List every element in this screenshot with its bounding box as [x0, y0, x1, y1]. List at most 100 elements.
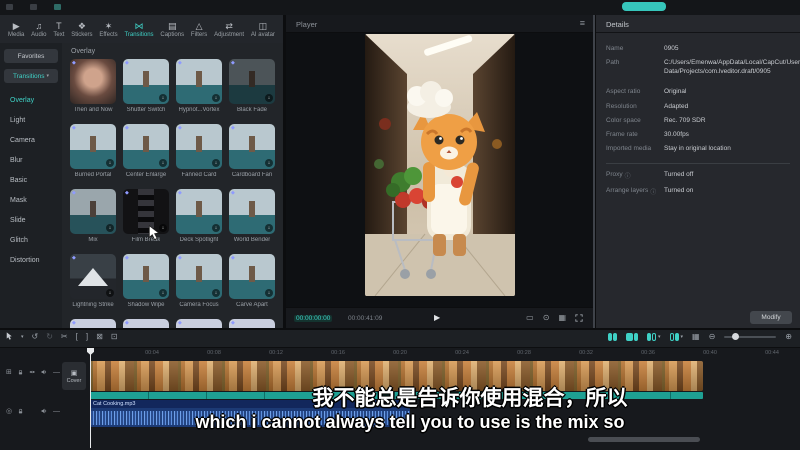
menu-icon[interactable] [30, 4, 37, 10]
hide-track-icon[interactable] [29, 369, 35, 375]
transition-card[interactable]: ◆↓ Fanned Card [176, 124, 222, 189]
transition-card[interactable]: ◆↓ Center Enlarge [123, 124, 169, 189]
toolbar-item-media[interactable]: ▶ Media [8, 21, 24, 38]
transition-card[interactable]: ◆↓ Shutter Switch [123, 59, 169, 124]
toolbar-item-stickers[interactable]: ❖ Stickers [71, 21, 92, 38]
transition-card[interactable]: ◆↓ Cardboard Fan [229, 124, 275, 189]
mute-track-icon[interactable] [41, 407, 47, 415]
zoom-out-icon[interactable]: ⊖ [709, 332, 716, 341]
info-icon[interactable]: ⓘ [625, 171, 631, 180]
transition-thumbnail[interactable]: ◆↓ [229, 189, 275, 234]
transition-thumbnail[interactable]: ◆↓ [70, 189, 116, 234]
toolbar-item-captions[interactable]: ▤ Captions [160, 21, 184, 38]
transition-card[interactable]: ◆↓ Film Break [123, 189, 169, 254]
audio-track-icon[interactable]: ◎ [6, 407, 12, 415]
transition-card[interactable]: ◆↓ Black Fade [229, 59, 275, 124]
download-icon[interactable]: ↓ [159, 159, 167, 167]
download-icon[interactable]: ↓ [265, 224, 273, 232]
panel-divider[interactable] [593, 15, 595, 328]
toolbar-item-filters[interactable]: △ Filters [191, 21, 207, 38]
collapse-track-icon[interactable]: — [53, 408, 60, 415]
category-slide[interactable]: Slide [0, 211, 62, 231]
delete-icon[interactable]: ⊠ [96, 332, 103, 341]
transition-thumbnail[interactable]: ◆↓ [70, 124, 116, 169]
transition-thumbnail[interactable]: ◆ [123, 319, 169, 328]
transition-thumbnail[interactable]: ◆ [176, 319, 222, 328]
download-icon[interactable]: ↓ [265, 289, 273, 297]
transition-card[interactable]: ◆↓ World Bender [229, 189, 275, 254]
download-icon[interactable]: ↓ [159, 94, 167, 102]
transition-card[interactable]: ◆↓ Carve Apart [229, 254, 275, 319]
toolbar-item-effects[interactable]: ✶ Effects [99, 21, 117, 38]
lock-icon[interactable] [18, 369, 23, 376]
toolbar-item-adjustment[interactable]: ⇄ Adjustment [214, 21, 244, 38]
toolbar-item-text[interactable]: T Text [53, 21, 64, 38]
caption-track-clip[interactable] [90, 392, 703, 399]
delete-left-icon[interactable]: [ [76, 332, 78, 341]
export-button[interactable] [622, 2, 666, 11]
preview-axis-icon[interactable]: ▾ [670, 333, 684, 341]
download-icon[interactable]: ↓ [212, 94, 220, 102]
category-distortion[interactable]: Distortion [0, 251, 62, 271]
transition-card[interactable]: ◆↓ Camera Focus [176, 254, 222, 319]
transition-card[interactable]: ◆↓ Hypnot...Vortex [176, 59, 222, 124]
download-icon[interactable]: ↓ [106, 224, 114, 232]
delete-right-icon[interactable]: ] [86, 332, 88, 341]
download-icon[interactable]: ↓ [265, 94, 273, 102]
mute-track-icon[interactable] [41, 368, 47, 376]
transition-thumbnail[interactable]: ◆ [70, 319, 116, 328]
transition-thumbnail[interactable]: ◆↓ [123, 124, 169, 169]
transition-card[interactable]: ◆↓ Shadow Wipe [123, 254, 169, 319]
timeline-ruler[interactable]: 00:04 00:08 00:12 00:16 00:20 00:24 00:2… [0, 348, 800, 360]
toolbar-item-ai-avatar[interactable]: ◫ AI avatar [251, 21, 275, 38]
track-linkage-icon[interactable]: ▾ [647, 333, 661, 341]
render-preview-icon[interactable]: ▦ [692, 332, 700, 341]
auto-ripple-icon[interactable] [626, 333, 638, 341]
collapse-track-icon[interactable]: — [53, 369, 60, 376]
overlay-track-icon[interactable]: ⊞ [6, 368, 12, 376]
crop-icon[interactable]: ⊡ [111, 332, 118, 341]
transition-card[interactable]: ◆ [176, 319, 222, 328]
transition-card[interactable]: ◆↓ Lightning Strike [70, 254, 116, 319]
zoom-in-icon[interactable]: ⊕ [785, 332, 792, 341]
transition-thumbnail[interactable]: ◆↓ [176, 59, 222, 104]
transition-thumbnail[interactable]: ◆↓ [176, 254, 222, 299]
fullscreen-icon[interactable] [575, 314, 583, 322]
category-overlay[interactable]: Overlay [0, 91, 62, 111]
category-mask[interactable]: Mask [0, 191, 62, 211]
download-icon[interactable]: ↓ [106, 159, 114, 167]
snapshot-icon[interactable]: ⊙ [543, 313, 550, 322]
transition-thumbnail[interactable]: ◆↓ [70, 254, 116, 299]
transition-thumbnail[interactable]: ◆↓ [229, 254, 275, 299]
cover-button[interactable]: ▣ Cover [62, 362, 86, 390]
cloud-icon[interactable] [54, 4, 61, 10]
lock-icon[interactable] [18, 408, 23, 415]
download-icon[interactable]: ↓ [265, 159, 273, 167]
select-tool-icon[interactable] [6, 332, 13, 341]
toolbar-item-transitions[interactable]: ⋈ Transitions [124, 21, 153, 38]
transition-card[interactable]: ◆ Then and Now [70, 59, 116, 124]
transition-thumbnail[interactable]: ◆↓ [123, 189, 169, 234]
transition-card[interactable]: ◆ [123, 319, 169, 328]
download-icon[interactable]: ↓ [106, 289, 114, 297]
undo-icon[interactable]: ↺ [32, 332, 39, 341]
audio-clip[interactable]: Cat Cooking.mp3 [90, 400, 410, 427]
category-basic[interactable]: Basic [0, 171, 62, 191]
player-menu-icon[interactable]: ≡ [580, 18, 585, 28]
select-tool-caret-icon[interactable]: ▾ [21, 334, 24, 340]
transition-card[interactable]: ◆↓ Mix [70, 189, 116, 254]
transition-card[interactable]: ◆↓ Deck Spotlight [176, 189, 222, 254]
ratio-icon[interactable]: ▭ [526, 313, 534, 322]
download-icon[interactable]: ↓ [212, 289, 220, 297]
download-icon[interactable]: ↓ [159, 289, 167, 297]
transition-thumbnail[interactable]: ◆↓ [123, 254, 169, 299]
timeline-horizontal-scrollbar[interactable] [588, 437, 700, 442]
transition-thumbnail[interactable]: ◆ [70, 59, 116, 104]
zoom-slider-knob[interactable] [732, 333, 739, 340]
toolbar-item-audio[interactable]: ♫ Audio [31, 21, 46, 38]
transition-thumbnail[interactable]: ◆↓ [176, 189, 222, 234]
category-light[interactable]: Light [0, 111, 62, 131]
transition-thumbnail[interactable]: ◆↓ [229, 124, 275, 169]
category-camera[interactable]: Camera [0, 131, 62, 151]
transition-card[interactable]: ◆ [70, 319, 116, 328]
